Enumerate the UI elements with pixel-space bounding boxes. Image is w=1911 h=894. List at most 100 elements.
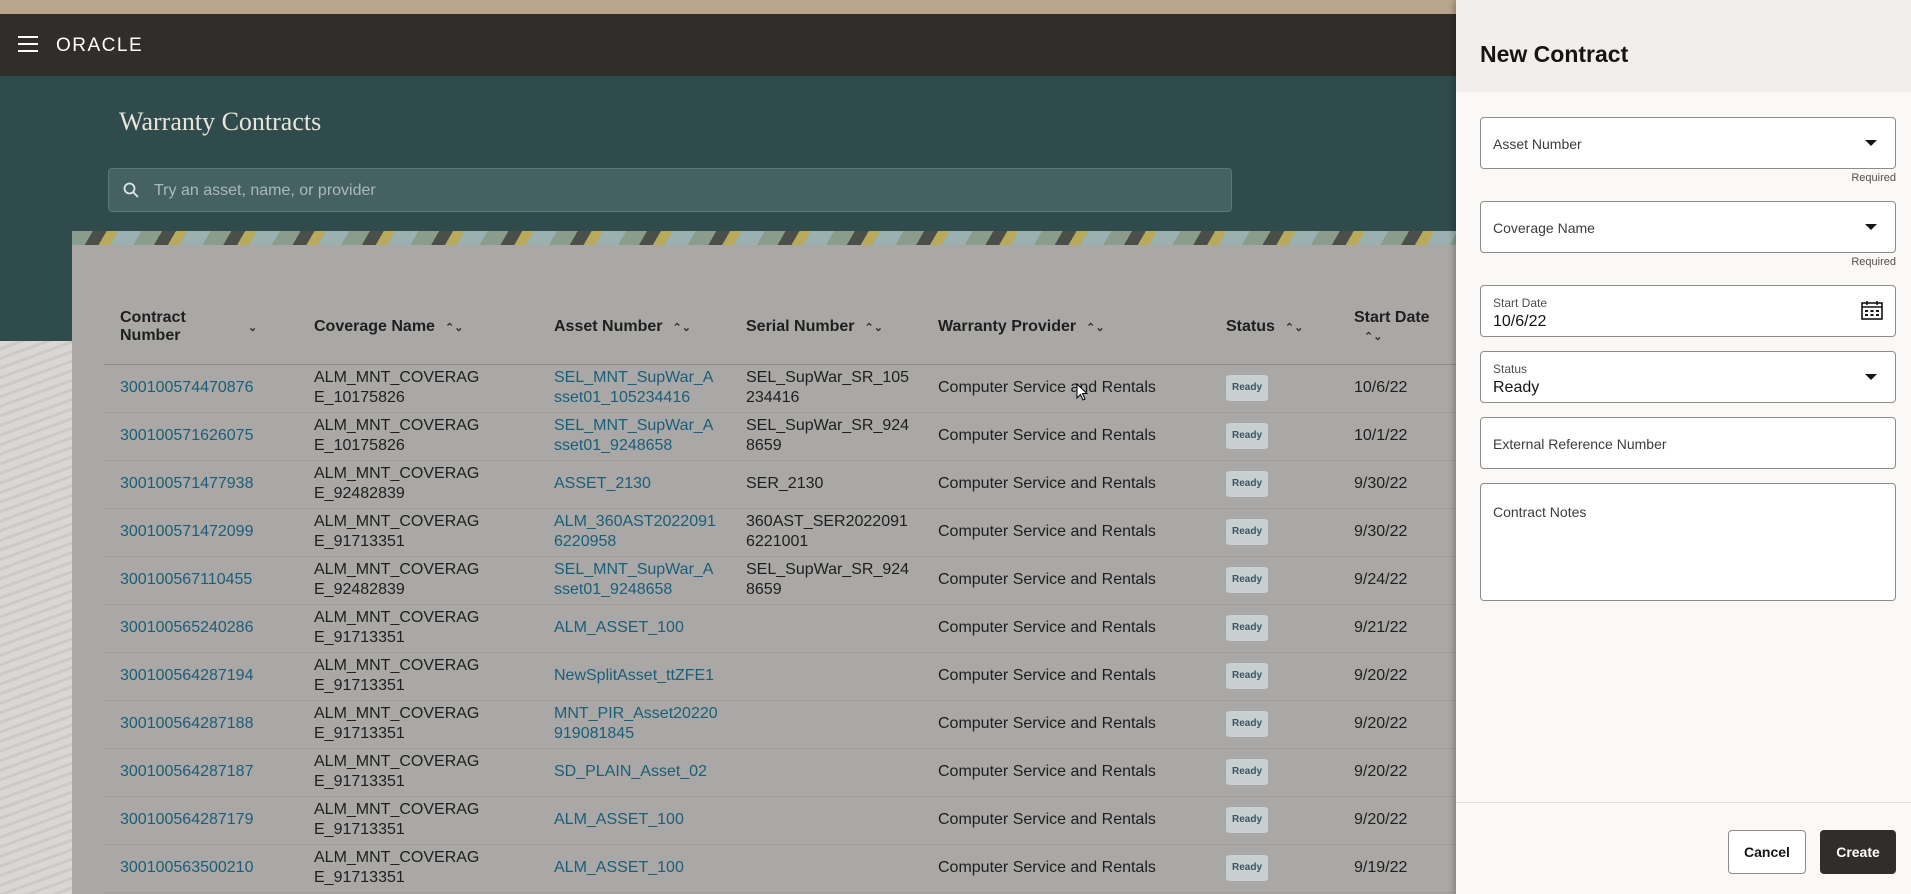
asset-number-link[interactable]: ALM_360AST20220916220958 xyxy=(538,508,730,557)
external-reference-number-field[interactable]: External Reference Number xyxy=(1480,417,1896,469)
contract-number-link[interactable]: 300100571626075 xyxy=(104,412,298,461)
menu-icon[interactable] xyxy=(18,36,38,52)
contract-number-link[interactable]: 300100571477938 xyxy=(104,460,298,509)
sort-icon[interactable]: ⌃⌄ xyxy=(672,321,690,334)
contract-number-link[interactable]: 300100564287179 xyxy=(104,796,298,845)
sort-icon[interactable]: ⌃⌄ xyxy=(1285,321,1303,334)
column-header-coverage-name[interactable]: Coverage Name ⌃⌄ xyxy=(298,290,538,365)
table-row[interactable]: 300100565240286 ALM_MNT_COVERAGE_91713351… xyxy=(104,604,1458,653)
table-row[interactable]: 300100571477938 ALM_MNT_COVERAGE_92482839… xyxy=(104,460,1458,509)
status-cell: Ready xyxy=(1210,364,1338,413)
asset-number-link-text[interactable]: ALM_ASSET_100 xyxy=(554,810,684,830)
contract-number-link[interactable]: 300100565240286 xyxy=(104,604,298,653)
table-row[interactable]: 300100574470876 ALM_MNT_COVERAGE_10175826… xyxy=(104,364,1458,413)
asset-number-link[interactable]: NewSplitAsset_ttZFE1 xyxy=(538,652,730,701)
coverage-name-select[interactable]: Coverage Name xyxy=(1480,201,1896,253)
coverage-name-cell-text: ALM_MNT_COVERAGE_91713351 xyxy=(314,609,480,646)
search-input[interactable]: Try an asset, name, or provider xyxy=(108,168,1232,212)
table-row[interactable]: 300100564287187 ALM_MNT_COVERAGE_91713351… xyxy=(104,748,1458,797)
contract-number-link-text[interactable]: 300100564287188 xyxy=(120,715,253,732)
contract-number-link[interactable]: 300100564287187 xyxy=(104,748,298,797)
asset-number-link-text[interactable]: SEL_MNT_SupWar_Asset01_9248658 xyxy=(554,560,720,600)
drawer-footer-divider xyxy=(1456,802,1911,803)
asset-number-link[interactable]: ASSET_2130 xyxy=(538,460,730,509)
contract-number-link-text[interactable]: 300100563500210 xyxy=(120,859,253,876)
chevron-down-icon[interactable] xyxy=(1865,140,1877,146)
contract-number-link-text[interactable]: 300100565240286 xyxy=(120,619,253,636)
warranty-provider-cell: Computer Service and Rentals xyxy=(922,652,1210,701)
contract-notes-field[interactable]: Contract Notes xyxy=(1480,483,1896,601)
sort-icon[interactable]: ⌃⌄ xyxy=(864,321,882,334)
status-select[interactable]: Status Ready xyxy=(1480,351,1896,403)
asset-number-link-text[interactable]: MNT_PIR_Asset20220919081845 xyxy=(554,704,720,744)
status-cell: Ready xyxy=(1210,748,1338,797)
asset-number-link-text[interactable]: SD_PLAIN_Asset_02 xyxy=(554,762,707,782)
sort-icon[interactable]: ⌃⌄ xyxy=(1364,330,1382,343)
asset-number-link-text[interactable]: SEL_MNT_SupWar_Asset01_105234416 xyxy=(554,368,720,408)
contract-number-link-text[interactable]: 300100564287179 xyxy=(120,811,253,828)
contract-number-link-text[interactable]: 300100574470876 xyxy=(120,379,253,396)
serial-number-cell: SER_2130 xyxy=(730,460,922,509)
asset-number-link[interactable]: ALM_ASSET_100 xyxy=(538,844,730,893)
serial-number-cell-text: SEL_SupWar_SR_9248659 xyxy=(746,417,910,454)
warranty-provider-cell-text: Computer Service and Rentals xyxy=(938,859,1156,876)
contract-number-link-text[interactable]: 300100564287187 xyxy=(120,763,253,780)
asset-number-link[interactable]: SEL_MNT_SupWar_Asset01_9248658 xyxy=(538,556,730,605)
column-header-status[interactable]: Status ⌃⌄ xyxy=(1210,290,1338,365)
sort-desc-icon[interactable]: ⌄ xyxy=(248,321,257,334)
asset-number-select[interactable]: Asset Number xyxy=(1480,117,1896,169)
coverage-name-cell-text: ALM_MNT_COVERAGE_91713351 xyxy=(314,657,480,694)
table-row[interactable]: 300100564287188 ALM_MNT_COVERAGE_91713351… xyxy=(104,700,1458,749)
create-button[interactable]: Create xyxy=(1820,830,1896,874)
asset-number-link-text[interactable]: ASSET_2130 xyxy=(554,474,651,494)
sort-icon[interactable]: ⌃⌄ xyxy=(445,321,463,334)
contract-number-link[interactable]: 300100574470876 xyxy=(104,364,298,413)
status-badge: Ready xyxy=(1226,567,1269,593)
contract-number-link[interactable]: 300100563500210 xyxy=(104,844,298,893)
status-cell: Ready xyxy=(1210,604,1338,653)
cancel-button[interactable]: Cancel xyxy=(1728,830,1806,874)
table-row[interactable]: 300100571472099 ALM_MNT_COVERAGE_91713351… xyxy=(104,508,1458,557)
column-header-warranty-provider[interactable]: Warranty Provider ⌃⌄ xyxy=(922,290,1210,365)
serial-number-cell: SEL_SupWar_SR_105234416 xyxy=(730,364,922,413)
contract-number-link-text[interactable]: 300100571477938 xyxy=(120,475,253,492)
column-header-start-date[interactable]: Start Date⌃⌄ xyxy=(1338,290,1458,365)
contract-number-link[interactable]: 300100564287188 xyxy=(104,700,298,749)
column-header-serial-number[interactable]: Serial Number ⌃⌄ xyxy=(730,290,922,365)
table-row[interactable]: 300100564287179 ALM_MNT_COVERAGE_91713351… xyxy=(104,796,1458,845)
asset-number-link[interactable]: SD_PLAIN_Asset_02 xyxy=(538,748,730,797)
start-date-field[interactable]: Start Date 10/6/22 xyxy=(1480,285,1896,337)
asset-number-link[interactable]: SEL_MNT_SupWar_Asset01_9248658 xyxy=(538,412,730,461)
asset-number-link-text[interactable]: ALM_ASSET_100 xyxy=(554,618,684,638)
contract-number-link-text[interactable]: 300100571626075 xyxy=(120,427,253,444)
table-row[interactable]: 300100563500210 ALM_MNT_COVERAGE_91713351… xyxy=(104,844,1458,893)
contracts-table: Contract Number ⌄ Coverage Name ⌃⌄ Asset N… xyxy=(104,290,1458,893)
contract-number-link[interactable]: 300100564287194 xyxy=(104,652,298,701)
asset-number-link-text[interactable]: SEL_MNT_SupWar_Asset01_9248658 xyxy=(554,416,720,456)
asset-number-link-text[interactable]: ALM_360AST20220916220958 xyxy=(554,512,720,552)
asset-number-link[interactable]: ALM_ASSET_100 xyxy=(538,796,730,845)
contract-number-link[interactable]: 300100571472099 xyxy=(104,508,298,557)
serial-number-cell xyxy=(730,604,922,653)
contract-number-link[interactable]: 300100567110455 xyxy=(104,556,298,605)
asset-number-link[interactable]: ALM_ASSET_100 xyxy=(538,604,730,653)
asset-number-link[interactable]: SEL_MNT_SupWar_Asset01_105234416 xyxy=(538,364,730,413)
chevron-down-icon[interactable] xyxy=(1865,224,1877,230)
contract-number-link-text[interactable]: 300100567110455 xyxy=(120,571,252,588)
column-header-asset-number[interactable]: Asset Number ⌃⌄ xyxy=(538,290,730,365)
table-row[interactable]: 300100567110455 ALM_MNT_COVERAGE_92482839… xyxy=(104,556,1458,605)
chevron-down-icon[interactable] xyxy=(1865,374,1877,380)
coverage-name-cell: ALM_MNT_COVERAGE_91713351 xyxy=(298,604,538,653)
asset-number-link-text[interactable]: NewSplitAsset_ttZFE1 xyxy=(554,666,714,686)
table-row[interactable]: 300100564287194 ALM_MNT_COVERAGE_91713351… xyxy=(104,652,1458,701)
serial-number-cell xyxy=(730,796,922,845)
asset-number-link-text[interactable]: ALM_ASSET_100 xyxy=(554,858,684,878)
table-header-row: Contract Number ⌄ Coverage Name ⌃⌄ Asset N… xyxy=(104,290,1458,365)
table-row[interactable]: 300100571626075 ALM_MNT_COVERAGE_10175826… xyxy=(104,412,1458,461)
contract-number-link-text[interactable]: 300100564287194 xyxy=(120,667,253,684)
contract-number-link-text[interactable]: 300100571472099 xyxy=(120,523,253,540)
calendar-icon[interactable] xyxy=(1861,300,1883,320)
column-header-contract-number[interactable]: Contract Number ⌄ xyxy=(104,290,298,365)
asset-number-link[interactable]: MNT_PIR_Asset20220919081845 xyxy=(538,700,730,749)
sort-icon[interactable]: ⌃⌄ xyxy=(1086,321,1104,334)
